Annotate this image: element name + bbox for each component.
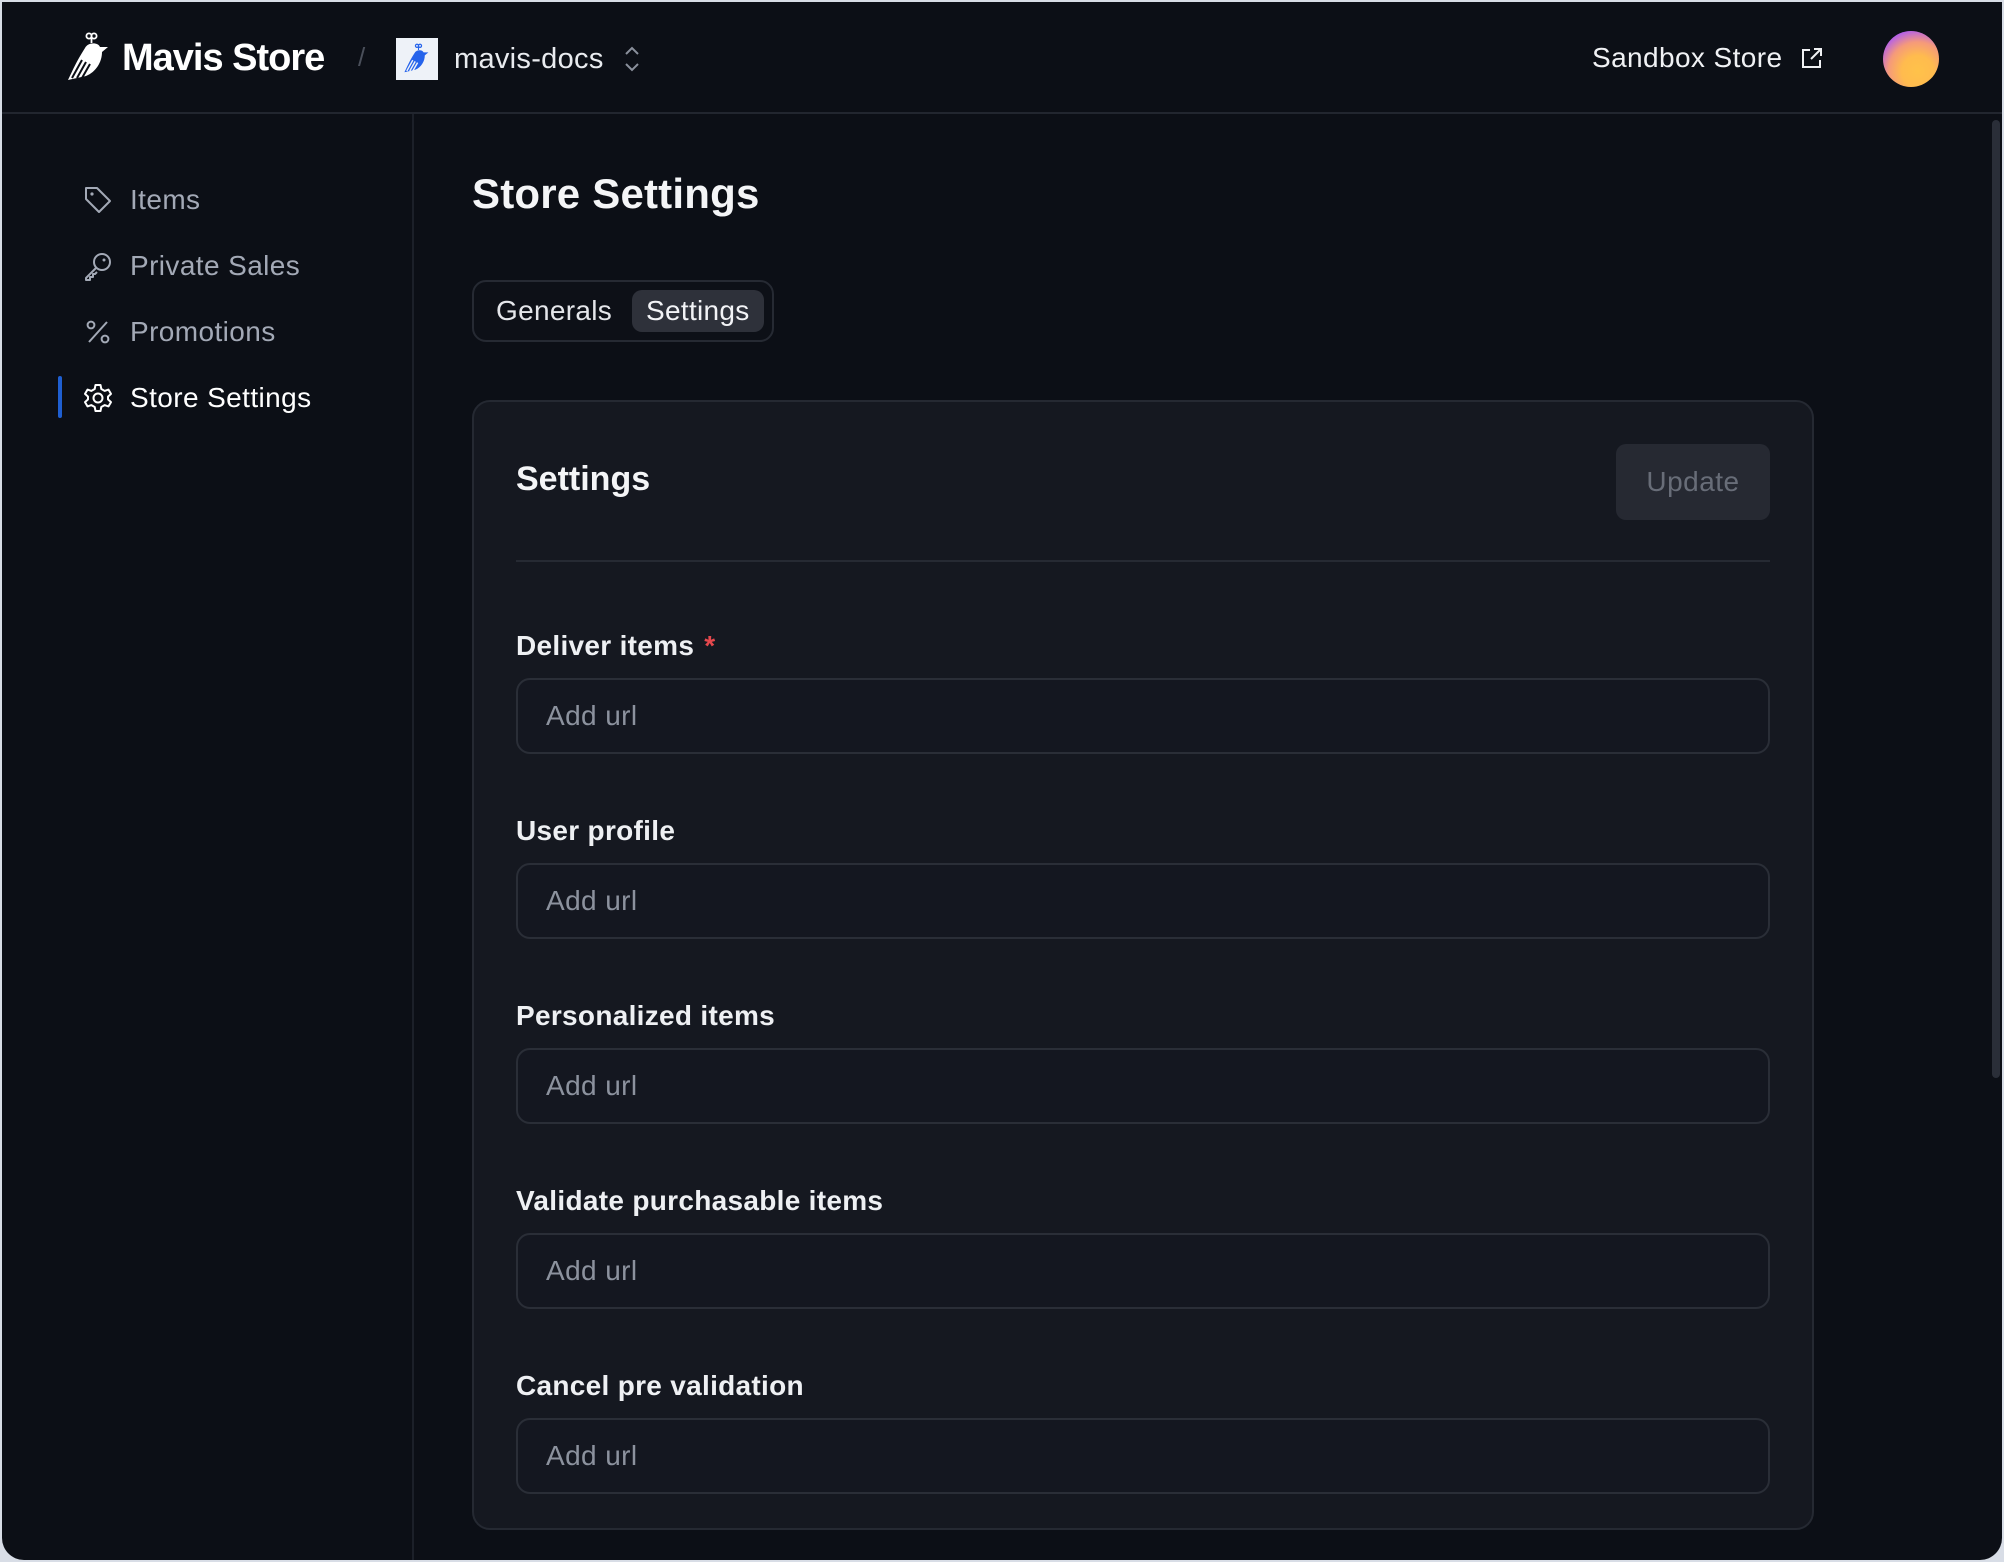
- required-marker: *: [704, 630, 716, 661]
- project-logo: [396, 38, 438, 80]
- field-user-profile: User profile: [516, 811, 1770, 939]
- divider: [516, 560, 1770, 562]
- field-validate-purchasable-items: Validate purchasable items: [516, 1181, 1770, 1309]
- sidebar-item-label: Private Sales: [130, 250, 301, 281]
- field-deliver-items: Deliver items *: [516, 626, 1770, 754]
- settings-card: Settings Update Deliver items * User pro…: [472, 400, 1814, 1530]
- main-content: Store Settings Generals Settings Setting…: [414, 114, 2002, 1560]
- sidebar-item-store-settings[interactable]: Store Settings: [82, 374, 311, 422]
- update-button[interactable]: Update: [1616, 444, 1770, 520]
- field-label-text: Deliver items: [516, 630, 695, 661]
- project-switcher[interactable]: mavis-docs: [396, 38, 642, 80]
- project-name: mavis-docs: [454, 42, 604, 75]
- sandbox-store-link[interactable]: Sandbox Store: [1592, 42, 1824, 74]
- field-label: Deliver items *: [516, 626, 1770, 666]
- tag-icon: [85, 187, 111, 213]
- field-personalized-items: Personalized items: [516, 996, 1770, 1124]
- field-cancel-pre-validation: Cancel pre validation: [516, 1366, 1770, 1494]
- percent-icon: [86, 320, 110, 344]
- bird-logo-icon: [404, 43, 429, 73]
- sidebar-item-label: Store Settings: [130, 382, 312, 413]
- deliver-items-input[interactable]: [516, 678, 1770, 754]
- gear-icon: [84, 384, 112, 412]
- sidebar-item-private-sales[interactable]: Private Sales: [82, 242, 300, 290]
- sandbox-store-label: Sandbox Store: [1592, 42, 1783, 73]
- key-icon: [85, 253, 111, 281]
- sidebar-item-label: Items: [130, 184, 201, 215]
- field-label: Personalized items: [516, 1000, 776, 1031]
- validate-purchasable-items-input[interactable]: [516, 1233, 1770, 1309]
- tab-group: Generals Settings: [472, 280, 774, 342]
- chevron-up-down-icon: [624, 46, 639, 72]
- tab-settings[interactable]: Settings: [632, 290, 764, 332]
- app-window: Mavis Store / mavis-docs Sandbox Store I…: [2, 2, 2002, 1560]
- sidebar: Items Private Sales Promotions Store Set…: [2, 114, 414, 1560]
- field-label: Cancel pre validation: [516, 1370, 804, 1401]
- sidebar-item-items[interactable]: Items: [82, 176, 200, 224]
- brand-name: Mavis Store: [122, 36, 325, 79]
- active-indicator: [58, 376, 62, 418]
- personalized-items-input[interactable]: [516, 1048, 1770, 1124]
- sidebar-item-label: Promotions: [130, 316, 276, 347]
- vertical-scrollbar[interactable]: [1992, 120, 2000, 1078]
- top-header: Mavis Store / mavis-docs Sandbox Store: [2, 2, 2002, 114]
- user-profile-input[interactable]: [516, 863, 1770, 939]
- field-label: Validate purchasable items: [516, 1185, 884, 1216]
- cancel-pre-validation-input[interactable]: [516, 1418, 1770, 1494]
- breadcrumb-separator: /: [358, 42, 366, 72]
- external-link-icon: [1802, 48, 1823, 68]
- field-label: User profile: [516, 815, 676, 846]
- tab-generals[interactable]: Generals: [482, 290, 626, 332]
- page-title: Store Settings: [472, 170, 760, 217]
- brand[interactable]: Mavis Store: [64, 32, 325, 84]
- user-avatar[interactable]: [1883, 31, 1939, 87]
- bird-logo-icon: [68, 32, 108, 80]
- sidebar-item-promotions[interactable]: Promotions: [82, 308, 276, 356]
- card-title: Settings: [516, 460, 651, 498]
